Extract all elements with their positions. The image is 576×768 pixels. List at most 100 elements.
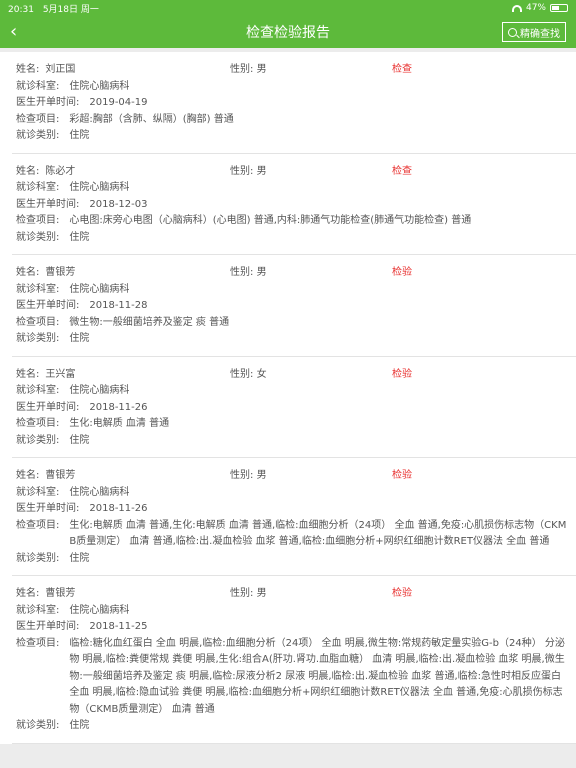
status-time: 20:31 [8,4,34,15]
dept-row: 就诊科室: 住院心脑病科 [16,79,570,96]
category-value: 住院 [69,552,90,564]
category-label: 就诊类别: [16,130,60,141]
category-label: 就诊类别: [16,434,60,446]
category-value: 住院 [69,231,90,243]
dept-value: 住院心脑病科 [69,182,130,193]
report-record[interactable]: 姓名: 曹银芳 性别: 男 检验 就诊科室: 住院心脑病科 医生开单时间: 20… [12,458,576,576]
patient-name: 曹银芳 [45,588,76,599]
gender-label: 性别: [230,470,254,481]
gender-value: 男 [256,267,267,278]
items-row: 检查项目: 临检:糖化血红蛋白 全血 明晨,临检:血细胞分析（24项） 全血 明… [16,636,570,719]
dept-value: 住院心脑病科 [69,385,130,396]
time-value: 2018-11-28 [89,300,148,311]
report-record[interactable]: 姓名: 陈必才 性别: 男 检查 就诊科室: 住院心脑病科 医生开单时间: 20… [12,154,576,255]
items-label: 检查项目: [16,316,60,328]
items-row: 检查项目: 彩超:胸部（含肺、纵隔）(胸部) 普通 [16,112,570,129]
gender-label: 性别: [230,267,254,278]
time-row: 医生开单时间: 2018-11-25 [16,619,570,636]
time-label: 医生开单时间: [16,300,80,311]
category-label: 就诊类别: [16,231,60,243]
items-row: 检查项目: 心电图:床旁心电图（心脑病科）(心电图) 普通,内科:肺通气功能检查… [16,213,570,230]
back-button[interactable]: ‹ [10,22,17,42]
category-label: 就诊类别: [16,333,60,344]
dept-row: 就诊科室: 住院心脑病科 [16,603,570,620]
gender-label: 性别: [230,588,254,599]
dept-label: 就诊科室: [16,385,60,396]
gender-value: 男 [256,165,267,177]
battery-percent: 47% [525,3,546,13]
items-value: 生化:电解质 血清 普通,生化:电解质 血清 普通,临检:血细胞分析（24项） … [69,519,567,548]
items-label: 检查项目: [16,113,60,125]
search-icon [508,27,517,37]
time-row: 医生开单时间: 2018-12-03 [16,197,570,214]
patient-name: 曹银芳 [45,470,76,481]
report-record[interactable]: 姓名: 刘正国 性别: 男 检查 就诊科室: 住院心脑病科 医生开单时间: 20… [12,52,576,154]
gender-field: 性别: 男 [230,164,267,181]
dept-label: 就诊科室: [16,283,60,295]
dept-label: 就诊科室: [16,486,60,498]
category-row: 就诊类别: 住院 [16,331,570,348]
wifi-icon [511,4,522,12]
report-type-badge: 检查 [392,64,412,75]
gender-field: 性别: 男 [230,586,267,603]
category-label: 就诊类别: [16,720,60,731]
page-title: 检查检验报告 [246,25,330,41]
time-label: 医生开单时间: [16,401,80,413]
gender-label: 性别: [230,165,254,177]
patient-name: 曹银芳 [45,267,76,278]
time-row: 医生开单时间: 2018-11-26 [16,501,570,518]
gender-label: 性别: [230,368,254,380]
back-chevron-icon: ‹ [10,21,18,42]
name-label: 姓名: [16,588,40,599]
gender-field: 性别: 男 [230,62,267,79]
report-record[interactable]: 姓名: 曹银芳 性别: 男 检验 就诊科室: 住院心脑病科 医生开单时间: 20… [12,255,576,357]
dept-label: 就诊科室: [16,604,60,616]
report-list: 姓名: 刘正国 性别: 男 检查 就诊科室: 住院心脑病科 医生开单时间: 20… [0,52,576,744]
items-row: 检查项目: 微生物:一般细菌培养及鉴定 痰 普通 [16,315,570,332]
gender-label: 性别: [230,64,254,75]
dept-label: 就诊科室: [16,182,60,193]
items-value: 生化:电解质 血清 普通 [69,418,170,429]
category-row: 就诊类别: 住院 [16,551,570,568]
status-bar: 20:31 5月18日 周一 47% [0,0,576,16]
dept-value: 住院心脑病科 [69,80,130,92]
precise-search-button[interactable]: 精确查找 [502,22,566,42]
dept-row: 就诊科室: 住院心脑病科 [16,485,570,502]
time-label: 医生开单时间: [16,621,80,632]
name-label: 姓名: [16,368,40,380]
report-type-badge: 检查 [392,165,412,177]
time-row: 医生开单时间: 2019-04-19 [16,95,570,112]
dept-row: 就诊科室: 住院心脑病科 [16,180,570,197]
report-type-badge: 检验 [392,470,412,481]
category-value: 住院 [69,434,90,446]
category-value: 住院 [69,130,90,141]
category-row: 就诊类别: 住院 [16,718,570,735]
category-value: 住院 [69,720,90,731]
time-label: 医生开单时间: [16,503,80,514]
battery-level [552,6,559,10]
dept-row: 就诊科室: 住院心脑病科 [16,282,570,299]
report-type-badge: 检验 [392,267,412,278]
time-value: 2018-11-25 [89,621,148,632]
items-value: 微生物:一般细菌培养及鉴定 痰 普通 [69,316,230,328]
category-row: 就诊类别: 住院 [16,128,570,145]
status-left: 20:31 5月18日 周一 [8,2,105,15]
status-right: 47% [511,3,568,13]
name-row: 姓名: 刘正国 [16,62,570,79]
name-row: 姓名: 陈必才 [16,164,570,181]
dept-value: 住院心脑病科 [69,283,130,295]
name-row: 姓名: 曹银芳 [16,265,570,282]
name-row: 姓名: 王兴富 [16,367,570,384]
dept-row: 就诊科室: 住院心脑病科 [16,383,570,400]
time-value: 2018-12-03 [89,198,148,210]
gender-value: 男 [256,470,267,481]
time-row: 医生开单时间: 2018-11-28 [16,298,570,315]
report-record[interactable]: 姓名: 曹银芳 性别: 男 检验 就诊科室: 住院心脑病科 医生开单时间: 20… [12,576,576,744]
dept-value: 住院心脑病科 [69,604,130,616]
report-type-badge: 检验 [392,368,412,380]
category-value: 住院 [69,333,90,344]
report-record[interactable]: 姓名: 王兴富 性别: 女 检验 就诊科室: 住院心脑病科 医生开单时间: 20… [12,357,576,458]
items-label: 检查项目: [16,215,60,226]
battery-icon [550,4,568,12]
items-value: 彩超:胸部（含肺、纵隔）(胸部) 普通 [69,113,234,125]
